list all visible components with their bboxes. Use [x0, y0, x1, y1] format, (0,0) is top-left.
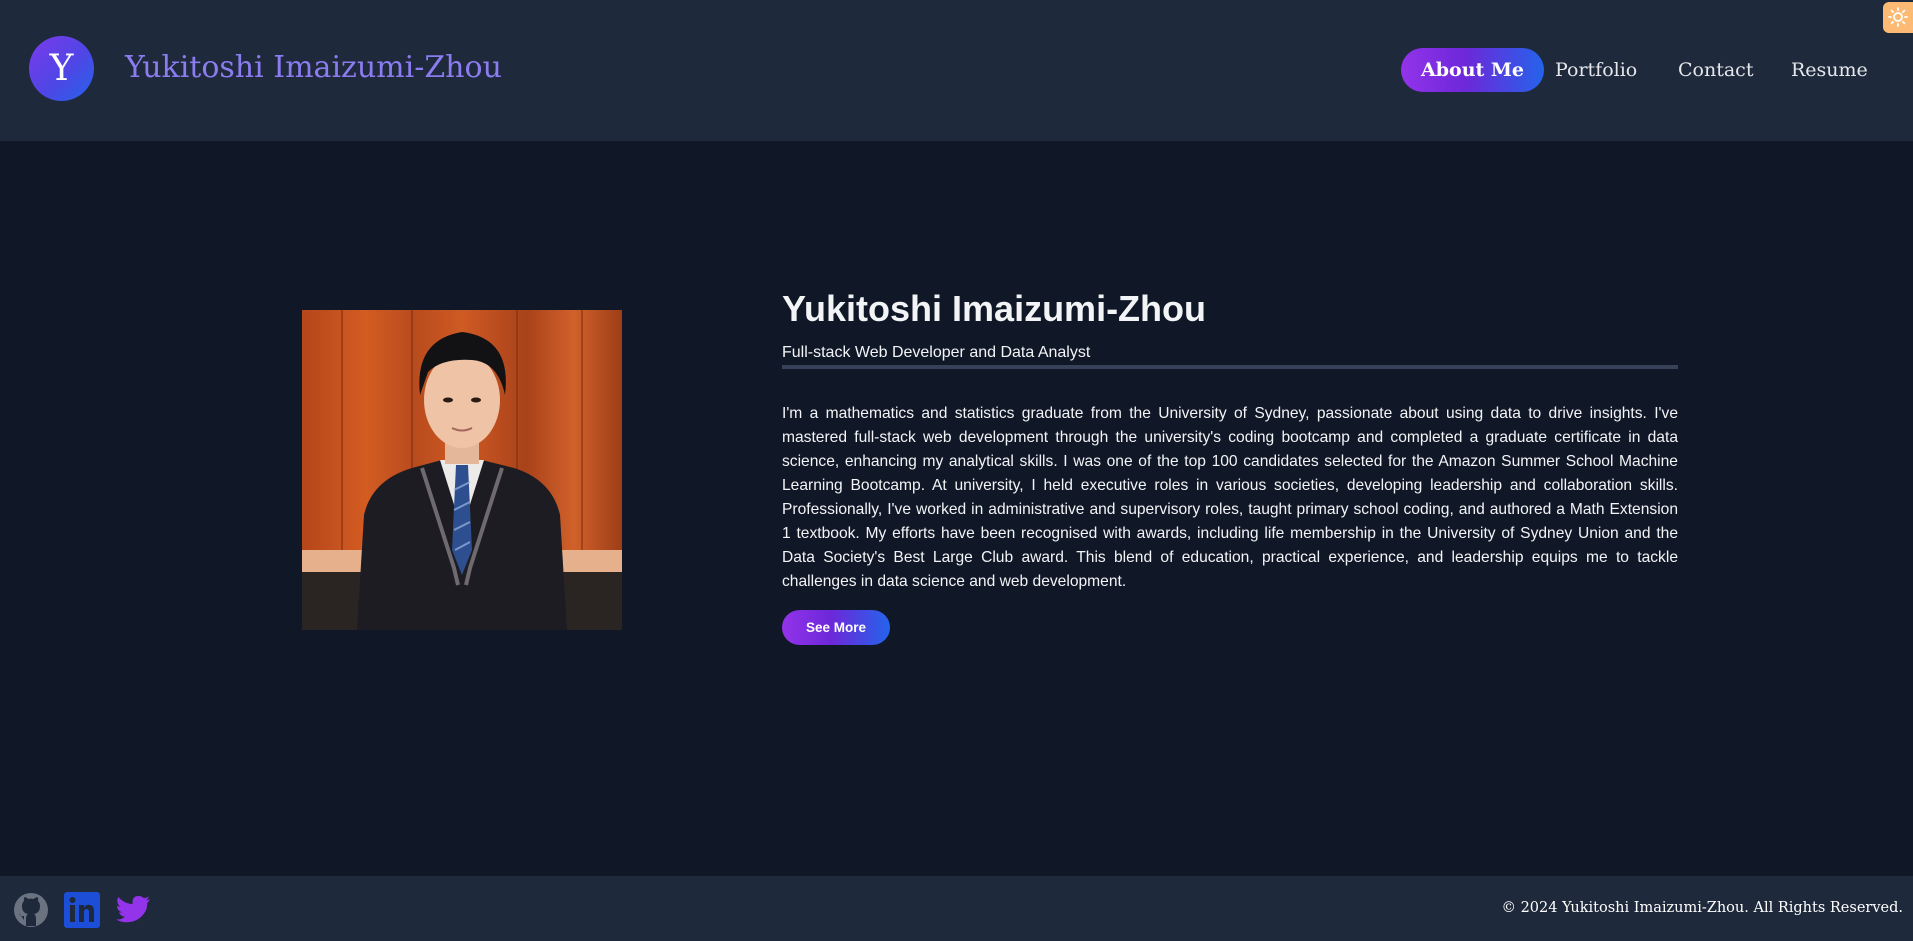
github-icon: [14, 893, 48, 927]
profile-tagline: Full-stack Web Developer and Data Analys…: [782, 344, 1091, 361]
linkedin-icon: [64, 892, 100, 928]
profile-photo: [302, 310, 622, 630]
site-header: Y Yukitoshi Imaizumi-Zhou About Me Portf…: [0, 0, 1913, 141]
profile-bio: I'm a mathematics and statistics graduat…: [782, 405, 1678, 590]
github-link[interactable]: [13, 892, 49, 928]
sun-icon: [1888, 7, 1908, 27]
nav-about-me[interactable]: About Me: [1401, 48, 1545, 92]
site-title[interactable]: Yukitoshi Imaizumi-Zhou: [125, 46, 502, 90]
profile-name: Yukitoshi Imaizumi-Zhou: [782, 288, 1207, 329]
nav-contact[interactable]: Contact: [1678, 48, 1753, 92]
divider: [782, 365, 1678, 369]
linkedin-link[interactable]: [64, 892, 100, 928]
twitter-icon: [116, 896, 150, 923]
nav-portfolio[interactable]: Portfolio: [1555, 48, 1637, 92]
site-footer: © 2024 Yukitoshi Imaizumi-Zhou. All Righ…: [0, 876, 1913, 941]
copyright-text: © 2024 Yukitoshi Imaizumi-Zhou. All Righ…: [1501, 900, 1903, 916]
nav-resume[interactable]: Resume: [1791, 48, 1868, 92]
twitter-link[interactable]: [114, 892, 150, 928]
theme-toggle-button[interactable]: [1883, 2, 1913, 33]
logo[interactable]: Y: [29, 36, 94, 101]
see-more-button[interactable]: See More: [782, 610, 890, 645]
